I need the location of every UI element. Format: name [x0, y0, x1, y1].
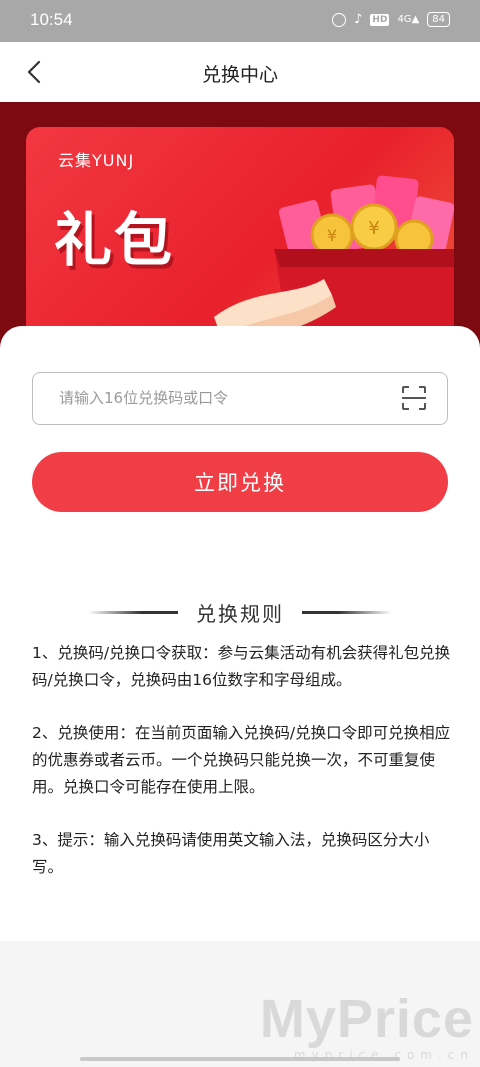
hd-icon: HD	[370, 13, 390, 26]
status-time: 10:54	[30, 10, 73, 29]
network-type: 4G	[397, 14, 412, 25]
navbar: 兑换中心	[0, 42, 480, 102]
rules-list: 1、兑换码/兑换口令获取：参与云集活动有机会获得礼包兑换码/兑换口令，兑换码由1…	[32, 640, 452, 907]
divider-left	[88, 611, 178, 614]
watermark: MyPrice myprice.com.cn	[260, 992, 474, 1062]
svg-text:¥: ¥	[327, 226, 337, 245]
rule-item-3: 3、提示：输入兑换码请使用英文输入法，兑换码区分大小写。	[32, 831, 430, 876]
status-icons: ♪ HD 4G▲ 84	[332, 12, 450, 27]
rules-title: 兑换规则	[196, 602, 284, 626]
scan-icon[interactable]	[401, 385, 427, 411]
banner-title: 礼包	[54, 206, 175, 274]
gesture-bar	[80, 1057, 400, 1061]
rule-item-1: 1、兑换码/兑换口令获取：参与云集活动有机会获得礼包兑换码/兑换口令，兑换码由1…	[32, 644, 451, 689]
rule-item-2: 2、兑换使用：在当前页面输入兑换码/兑换口令即可兑换相应的优惠券或者云币。一个兑…	[32, 724, 451, 796]
battery-icon: 84	[427, 12, 450, 27]
code-input-container	[32, 372, 448, 425]
status-bar: 10:54 ♪ HD 4G▲ 84	[0, 0, 480, 42]
redeem-code-input[interactable]	[59, 373, 389, 423]
alarm-icon	[332, 12, 347, 27]
page-title: 兑换中心	[201, 64, 278, 86]
battery-level: 84	[432, 14, 445, 25]
redeem-button[interactable]: 立即兑换	[32, 452, 448, 512]
bell-muted-icon: ♪	[354, 12, 363, 27]
brand-logo: 云集YUNJ	[58, 151, 135, 170]
svg-text:¥: ¥	[368, 218, 379, 239]
divider-right	[302, 611, 392, 614]
signal-icon: 4G▲	[397, 14, 420, 25]
watermark-logo: MyPrice	[259, 989, 474, 1049]
rules-heading: 兑换规则	[0, 598, 480, 627]
